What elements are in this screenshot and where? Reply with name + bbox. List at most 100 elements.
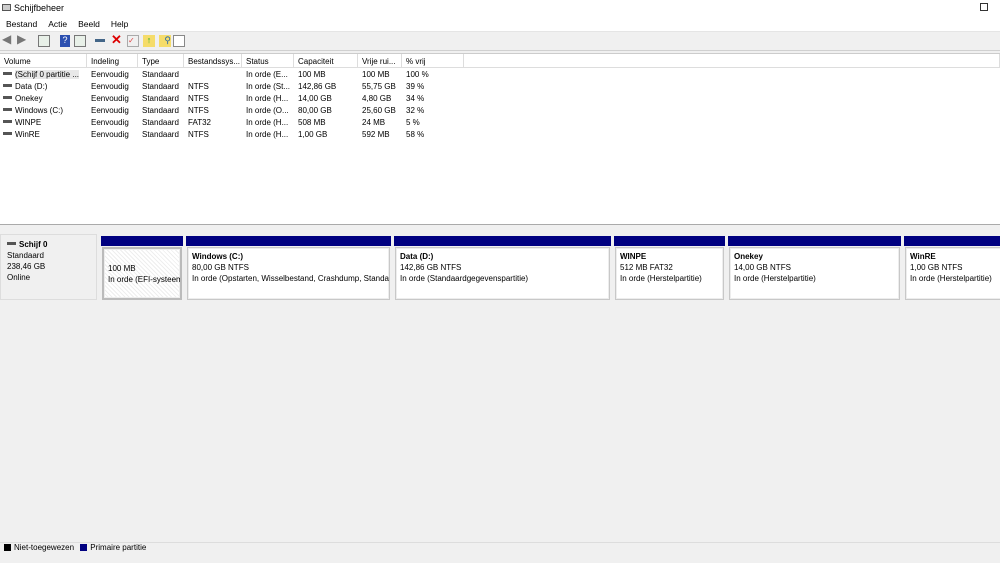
partition-box[interactable]: WINPE 512 MB FAT32 In orde (Herstelpartiti… bbox=[615, 247, 724, 300]
window-title: Schijfbeheer bbox=[14, 3, 65, 13]
volume-cell: 100 MB bbox=[362, 70, 390, 79]
menu-beeld[interactable]: Beeld bbox=[72, 17, 105, 29]
volume-cell: Data (D:) bbox=[3, 82, 47, 91]
partition-box[interactable]: Onekey 14,00 GB NTFS In orde (Herstelparti… bbox=[729, 247, 900, 300]
check-icon[interactable]: ✓ bbox=[127, 35, 139, 47]
volume-cell: WinRE bbox=[3, 130, 40, 139]
col-indeling[interactable]: Indeling bbox=[87, 54, 138, 68]
partition-size: 80,00 GB NTFS bbox=[192, 263, 249, 272]
disk-icon bbox=[7, 242, 16, 245]
volume-cell: WINPE bbox=[3, 118, 41, 127]
menu-bestand[interactable]: Bestand bbox=[0, 17, 42, 29]
partition-name: Windows (C:) bbox=[192, 252, 244, 261]
cell: Eenvoudig bbox=[91, 94, 129, 103]
cell: NTFS bbox=[188, 130, 209, 139]
volume-cell: 508 MB bbox=[298, 118, 326, 127]
partition[interactable]: 100 MB In orde (EFI-systeempartitie) bbox=[101, 236, 183, 300]
partition-name: WINPE bbox=[620, 252, 647, 261]
menu-actie[interactable]: Actie bbox=[42, 17, 72, 29]
disk-0-label[interactable]: Schijf 0 Standaard 238,46 GB Online bbox=[0, 234, 97, 300]
volume-cell: Onekey bbox=[3, 94, 43, 103]
cell: In orde (St... bbox=[246, 82, 291, 91]
restore-icon[interactable] bbox=[980, 3, 988, 11]
volume-cell: Eenvoudig bbox=[91, 130, 129, 139]
cell: WINPE bbox=[15, 118, 42, 127]
partition-box[interactable]: WinRE 1,00 GB NTFS In orde (Herstelpartiti… bbox=[905, 247, 1000, 300]
cell: 592 MB bbox=[362, 130, 390, 139]
col-volume[interactable]: Volume bbox=[0, 54, 87, 68]
cell: Onekey bbox=[15, 94, 43, 103]
volume-icon bbox=[3, 84, 12, 87]
volume-cell: FAT32 bbox=[188, 118, 211, 127]
cell: Standaard bbox=[142, 94, 179, 103]
up-folder-icon[interactable]: ↑ bbox=[143, 35, 155, 47]
help-icon[interactable]: ? bbox=[60, 35, 70, 47]
cell: Eenvoudig bbox=[91, 106, 129, 115]
primary-swatch bbox=[80, 544, 88, 551]
volume-cell: 32 % bbox=[406, 106, 424, 115]
volume-cell: (Schijf 0 partitie ... bbox=[3, 70, 80, 79]
partition-size: 142,86 GB NTFS bbox=[400, 263, 462, 272]
volume-icon bbox=[3, 96, 12, 99]
partition-box[interactable]: 100 MB In orde (EFI-systeempartitie) bbox=[102, 247, 182, 300]
volume-cell: Standaard bbox=[142, 118, 179, 127]
volume-icon bbox=[3, 72, 12, 75]
volume-row[interactable]: Onekey Eenvoudig Standaard NTFS In orde (H..… bbox=[0, 93, 470, 105]
volume-cell: Standaard bbox=[142, 82, 179, 91]
connect-drive-icon[interactable]: ▬ bbox=[95, 34, 107, 46]
cell: In orde (H... bbox=[246, 94, 289, 103]
volume-cell: 14,00 GB bbox=[298, 94, 332, 103]
properties-icon[interactable] bbox=[173, 35, 185, 47]
cell: 142,86 GB bbox=[298, 82, 337, 91]
volume-row[interactable]: Windows (C:) Eenvoudig Standaard NTFS In ord… bbox=[0, 105, 470, 117]
partition[interactable]: WinRE 1,00 GB NTFS In orde (Herstelpartiti… bbox=[904, 236, 1000, 300]
col-status[interactable]: Status bbox=[242, 54, 294, 68]
volume-cell: In orde (H... bbox=[246, 130, 288, 139]
volume-cell: 4,80 GB bbox=[362, 94, 391, 103]
volume-cell: Standaard bbox=[142, 130, 179, 139]
partition-status: In orde (Opstarten, Wisselbestand, Crash… bbox=[192, 274, 389, 283]
volume-row[interactable]: Data (D:) Eenvoudig Standaard NTFS In orde (… bbox=[0, 81, 470, 93]
volume-cell: 24 MB bbox=[362, 118, 385, 127]
volume-icon bbox=[3, 132, 12, 135]
back-icon[interactable]: ◀ bbox=[2, 32, 14, 46]
volume-row[interactable]: WINPE Eenvoudig Standaard FAT32 In orde (H..… bbox=[0, 117, 470, 129]
col-capaciteit[interactable]: Capaciteit bbox=[294, 54, 358, 68]
partition[interactable]: Windows (C:) 80,00 GB NTFS In orde (Opstar… bbox=[186, 236, 391, 300]
partition[interactable]: WINPE 512 MB FAT32 In orde (Herstelpartiti… bbox=[614, 236, 725, 300]
legend-unallocated: Niet-toegewezen bbox=[14, 543, 75, 552]
partition[interactable]: Onekey 14,00 GB NTFS In orde (Herstelparti… bbox=[728, 236, 901, 300]
search-folder-icon[interactable]: ⚲ bbox=[159, 35, 171, 47]
volume-cell: 55,75 GB bbox=[362, 82, 396, 91]
console-tree-icon[interactable] bbox=[38, 35, 50, 47]
forward-icon[interactable]: ▶ bbox=[17, 32, 29, 46]
col-percent-vrij[interactable]: % vrij bbox=[402, 54, 464, 68]
volume-cell: 100 % bbox=[406, 70, 429, 79]
cell: FAT32 bbox=[188, 118, 211, 127]
col-type[interactable]: Type bbox=[138, 54, 184, 68]
col-bestandssysteem[interactable]: Bestandssys... bbox=[184, 54, 242, 68]
cell: 508 MB bbox=[298, 118, 326, 127]
delete-icon[interactable]: ✕ bbox=[111, 32, 123, 47]
cell: Windows (C:) bbox=[15, 106, 64, 115]
col-vrije-ruimte[interactable]: Vrije rui... bbox=[358, 54, 402, 68]
volume-list: Volume Indeling Type Bestandssys... Stat… bbox=[0, 53, 1000, 225]
partition-box[interactable]: Data (D:) 142,86 GB NTFS In orde (Standaar… bbox=[395, 247, 610, 300]
partition[interactable]: Data (D:) 142,86 GB NTFS In orde (Standaar… bbox=[394, 236, 611, 300]
partition-status: In orde (EFI-systeempartitie) bbox=[108, 275, 182, 284]
disk-type: Standaard bbox=[7, 251, 44, 260]
volume-row[interactable]: WinRE Eenvoudig Standaard NTFS In orde (H...… bbox=[0, 129, 470, 141]
volume-cell: Eenvoudig bbox=[91, 82, 129, 91]
legend-primary: Primaire partitie bbox=[90, 543, 147, 552]
partition-bar bbox=[101, 236, 183, 246]
partition-box[interactable]: Windows (C:) 80,00 GB NTFS In orde (Opstar… bbox=[187, 247, 390, 300]
volume-cell: 25,60 GB bbox=[362, 106, 396, 115]
legend: Niet-toegewezen Primaire partitie bbox=[0, 542, 1000, 556]
cell: Standaard bbox=[142, 106, 179, 115]
volume-row[interactable]: (Schijf 0 partitie ... Eenvoudig Standaard… bbox=[0, 69, 470, 81]
cell: Standaard bbox=[142, 130, 179, 139]
volume-cell: NTFS bbox=[188, 82, 209, 91]
menu-help[interactable]: Help bbox=[105, 17, 133, 29]
volume-cell: 5 % bbox=[406, 118, 420, 127]
action-pane-icon[interactable] bbox=[74, 35, 86, 47]
